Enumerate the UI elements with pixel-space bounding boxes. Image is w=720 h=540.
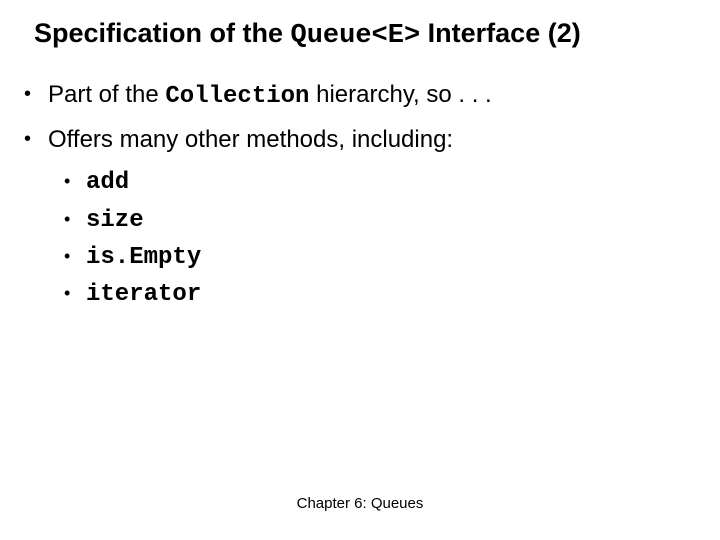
bullet-level2: • iterator [64,276,690,313]
bullet-text: Offers many other methods, including: [48,121,690,158]
bullet-level2: • is.Empty [64,239,690,276]
bullet-dot-icon: • [20,121,48,157]
bullet-text: Part of the Collection hierarchy, so . .… [48,76,690,115]
bullet-level2: • size [64,202,690,239]
bullet-level2: • add [64,164,690,201]
subbullet-text: is.Empty [86,239,690,276]
slide-title: Specification of the Queue<E> Interface … [34,18,700,51]
bullet-code: Collection [165,83,309,110]
title-pre: Specification of the [34,18,291,48]
subbullet-text: iterator [86,276,690,313]
slide-body: • Part of the Collection hierarchy, so .… [20,76,690,313]
bullet-level1: • Part of the Collection hierarchy, so .… [20,76,690,115]
bullet-dot-icon: • [64,202,86,236]
slide: Specification of the Queue<E> Interface … [0,0,720,540]
subbullet-text: size [86,202,690,239]
bullet-level1: • Offers many other methods, including: [20,121,690,158]
bullet-pre: Part of the [48,81,165,108]
bullet-pre: Offers many other methods, including: [48,126,453,153]
bullet-dot-icon: • [64,276,86,310]
bullet-dot-icon: • [64,164,86,198]
title-post: Interface (2) [420,18,581,48]
bullet-dot-icon: • [64,239,86,273]
title-code: Queue<E> [291,21,421,51]
slide-footer: Chapter 6: Queues [0,495,720,512]
subbullet-text: add [86,164,690,201]
bullet-dot-icon: • [20,76,48,112]
bullet-post: hierarchy, so . . . [309,81,491,108]
